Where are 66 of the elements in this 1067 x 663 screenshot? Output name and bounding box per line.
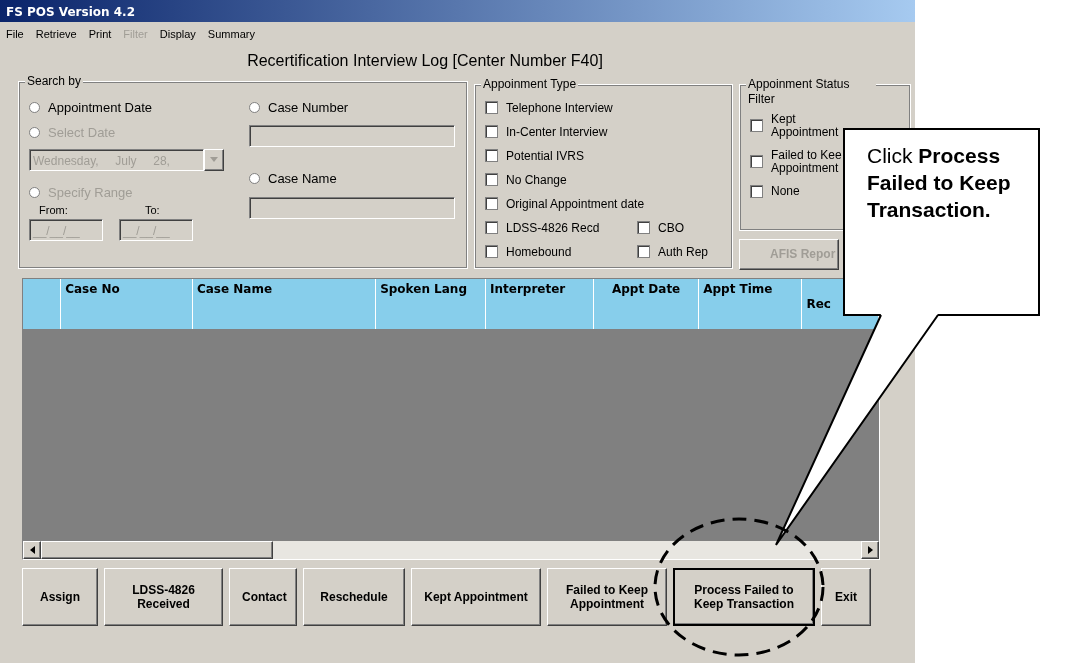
column-header[interactable]: Spoken Lang [376,278,487,329]
checkbox[interactable] [485,125,498,138]
scroll-right-button[interactable] [861,540,879,559]
form-heading: Recertification Interview Log [Center Number F40] [246,50,604,71]
menu-item[interactable]: File [6,26,24,43]
checkbox[interactable] [637,221,650,234]
callout-text: Click Process Failed to Keep Transaction. [843,128,1040,316]
checkbox-label: In-Center Interview [506,123,608,141]
column-header[interactable]: Case No [61,278,193,329]
checkbox-label: Failed to Kee Appointment [771,148,843,175]
left-arrow-icon [29,545,35,554]
menu-item[interactable]: Display [159,26,196,43]
menu-item[interactable]: Summary [207,26,255,43]
checkbox[interactable] [637,245,650,258]
checkbox[interactable] [750,119,763,132]
checkbox-label: LDSS-4826 Recd [506,219,600,237]
radio-button[interactable] [249,173,260,185]
column-header[interactable]: Appt Date [594,278,700,329]
checkbox-label: None [771,184,801,198]
checkbox[interactable] [485,197,498,210]
scroll-left-button[interactable] [23,540,41,559]
action-button[interactable]: Kept Appointment [411,567,541,626]
checkbox-label: Auth Rep [658,243,709,261]
group-title: Appoinment Type [481,76,579,92]
action-button[interactable]: Failed to Keep Appointment [547,567,667,626]
dropdown-button[interactable] [204,148,224,171]
window-title: FS POS Version 4.2 [0,0,915,22]
checkbox-label: Potential IVRS [506,147,585,165]
menu-item[interactable]: Retrieve [35,26,77,43]
radio-button[interactable] [29,101,40,113]
checkbox-label: CBO [658,219,684,237]
checkbox-label: No Change [506,171,567,189]
range-label: From: [39,203,68,218]
checkbox-label: Homebound [506,243,572,261]
horizontal-scrollbar[interactable] [23,540,879,559]
range-label: To: [145,203,160,218]
checkbox[interactable] [485,101,498,114]
right-arrow-icon [867,545,873,554]
scroll-thumb[interactable] [41,540,273,559]
checkbox[interactable] [485,173,498,186]
group-title: Search by [25,73,84,89]
radio-label: Case Name [268,170,337,188]
case-name-field[interactable] [249,196,455,219]
column-header[interactable]: Case Name [192,278,377,329]
checkbox[interactable] [750,155,763,168]
action-button[interactable]: Process Failed to Keep Transaction [673,567,815,626]
checkbox-label: Telephone Interview [506,99,613,117]
action-button[interactable]: Exit [821,567,871,626]
action-button[interactable]: LDSS-4826 Received [104,567,223,626]
action-button[interactable]: Reschedule [303,567,405,626]
column-header[interactable]: Appt Time [699,278,803,329]
case-number-field[interactable] [249,125,455,147]
checkbox-label: Original Appointment date [506,195,645,213]
radio-button[interactable] [249,101,260,113]
menu-item[interactable]: Print [88,26,112,43]
checkbox[interactable] [485,245,498,258]
checkbox[interactable] [485,149,498,162]
checkbox[interactable] [750,184,763,198]
radio-label: Case Number [268,98,349,117]
action-button[interactable]: Contact [229,567,297,626]
checkbox[interactable] [485,221,498,234]
caret-icon [210,157,218,162]
radio-label: Appointment Date [48,98,153,117]
checkbox-label: Kept Appointment [771,112,840,139]
action-button[interactable]: Assign [22,567,98,626]
column-header[interactable]: Interpreter [486,278,595,329]
